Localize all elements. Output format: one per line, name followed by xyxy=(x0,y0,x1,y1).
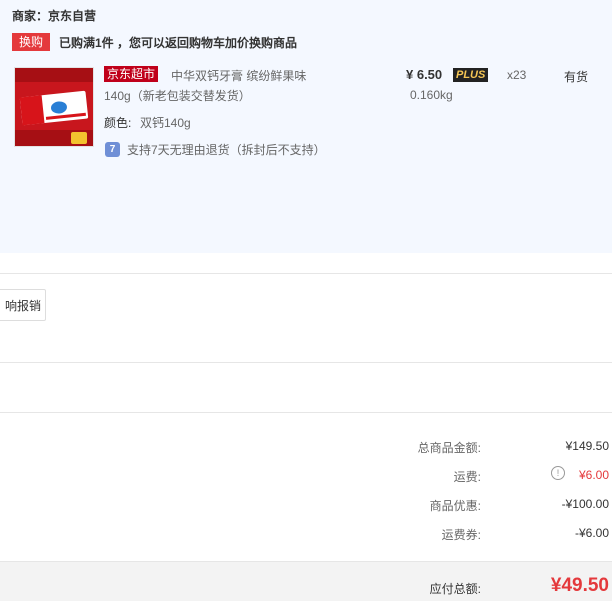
return-7days-icon: 7 xyxy=(105,142,120,157)
product-discount-value: -¥100.00 xyxy=(561,497,609,511)
product-quantity: x23 xyxy=(507,68,527,82)
shipping-fee-value: ¥6.00 xyxy=(578,468,609,482)
tube-red-band xyxy=(19,95,45,126)
product-name-link[interactable]: 中华双钙牙膏 缤纷鲜果味 xyxy=(171,67,306,84)
product-weight: 0.160kg xyxy=(410,88,453,102)
payable-total-label: 应付总额: xyxy=(429,582,481,596)
stock-status: 有货 xyxy=(564,70,589,84)
product-thumbnail[interactable] xyxy=(14,67,94,147)
return-policy-text: 支持7天无理由退货（拆封后不支持） xyxy=(127,143,326,157)
payable-total-value: ¥49.50 xyxy=(550,575,609,596)
toothpaste-tube-image xyxy=(19,90,89,126)
thumbnail-gold-badge xyxy=(71,132,87,144)
invoice-option-button[interactable]: 响报销 xyxy=(0,289,46,321)
tube-blue-mark xyxy=(50,100,68,115)
shipping-fee-label: 运费: xyxy=(453,470,481,484)
total-goods-amount-label: 总商品金额: xyxy=(417,441,481,455)
section-divider xyxy=(0,412,612,413)
product-price: ¥ 6.50 xyxy=(406,67,443,82)
thumbnail-header-band xyxy=(15,68,93,82)
swap-purchase-notice: 已购满1件 ，您可以返回购物车加价换购商品 xyxy=(59,36,298,50)
color-attribute-value: 双钙140g xyxy=(140,116,191,130)
shipping-coupon-value: -¥6.00 xyxy=(574,526,609,540)
merchant-label: 商家：京东自营 xyxy=(12,9,97,23)
product-discount-label: 商品优惠: xyxy=(429,499,481,513)
section-divider xyxy=(0,273,612,274)
payable-total-bar xyxy=(0,561,612,601)
color-attribute-label: 颜色: xyxy=(104,116,132,130)
section-divider xyxy=(0,362,612,363)
plus-member-badge: PLUS xyxy=(453,68,489,82)
tube-red-strip xyxy=(45,112,86,120)
info-circle-icon[interactable]: ! xyxy=(551,466,565,480)
total-goods-amount-value: ¥149.50 xyxy=(565,439,609,453)
swap-purchase-badge: 换购 xyxy=(12,33,50,51)
jd-supermarket-tag: 京东超市 xyxy=(104,66,159,82)
shipping-coupon-label: 运费券: xyxy=(441,528,481,542)
product-name-link-line2[interactable]: 140g（新老包装交替发货） xyxy=(104,87,251,104)
